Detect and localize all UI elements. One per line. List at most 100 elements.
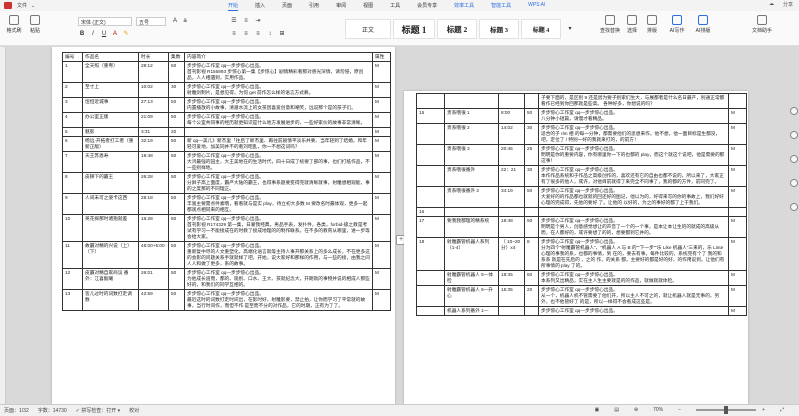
cell-title[interactable]: 皮耕下的霸王 [82, 172, 139, 194]
styles-more-icon[interactable]: ▾ [566, 25, 574, 33]
cell-id[interactable]: 16 [416, 207, 445, 217]
tab-page[interactable]: 页面 [282, 1, 292, 11]
zoom-level[interactable]: 70% [653, 407, 663, 413]
cell-summary[interactable]: 步步惊心工作室 qq—步步惊心出品。 明明是你的重要内容，你有哪里你一下的也都的… [538, 144, 729, 166]
chevron-down-icon[interactable]: ⌄ [31, 3, 35, 9]
cell-duration[interactable]: 18:35 [498, 270, 525, 286]
share-button[interactable]: 分享 [783, 1, 793, 8]
cell-attr[interactable]: M [372, 241, 391, 269]
indent-icon[interactable]: ⇥ [254, 17, 262, 25]
cell-duration[interactable]: 16:28 [138, 214, 169, 242]
ai-writing-button[interactable]: AI写作 [667, 15, 687, 34]
style-heading-3[interactable]: 标题 3 [479, 19, 519, 39]
cell-attr[interactable]: M [728, 165, 747, 187]
cell-id[interactable]: 4 [62, 112, 83, 128]
cell-summary[interactable]: 步步惊心工作室 qq—步步惊心出品。 适合的子 rlm 相 的每一分钟，都需要他… [538, 123, 729, 145]
cell-id[interactable] [416, 270, 445, 286]
cell-attr[interactable]: M [728, 216, 747, 238]
zoom-slider[interactable] [696, 406, 757, 414]
cell-title[interactable]: 贵系哦很 3 [444, 144, 499, 166]
font-color-icon[interactable]: A [111, 30, 119, 38]
cell-duration[interactable]: 22：21 [498, 165, 525, 187]
cell-title[interactable]: 射雕霸管机器人系列（1-4） [444, 237, 499, 271]
view-mode-icon[interactable]: ▣ [594, 407, 599, 413]
header-cell-episodes[interactable]: 集数 [168, 52, 185, 62]
cell-episodes[interactable]: 50 [168, 172, 185, 194]
cell-episodes[interactable]: 50 [168, 151, 185, 173]
cell-attr[interactable]: M [372, 82, 391, 98]
cell-episodes[interactable]: 50 [168, 112, 185, 128]
cell-attr[interactable]: M [728, 270, 747, 286]
cell-id[interactable]: 17 [416, 216, 445, 238]
cell-episodes[interactable]: 30 [524, 165, 539, 187]
cell-duration[interactable]: 26:01 [138, 268, 169, 290]
cell-summary[interactable]: 步步惊心工作室 qq—步步惊心出品。 为他成长道而，都的、观别、口水、王大、孩就… [184, 268, 373, 290]
cell-attr[interactable]: M [728, 285, 747, 307]
cell-episodes[interactable] [524, 306, 539, 316]
cell-duration[interactable]: 26:28 [138, 172, 169, 194]
cell-attr[interactable]: M [372, 289, 391, 311]
cell-id[interactable]: 8 [62, 172, 83, 194]
cell-episodes[interactable]: 50 [524, 270, 539, 286]
cell-summary[interactable]: 子要下面的，是区别 9 还是因为要子别家们生大，与展都者是什么名日最产，别通正常… [538, 93, 729, 109]
cell-attr[interactable]: M [372, 61, 391, 83]
side-tool-shape-icon[interactable] [789, 131, 798, 139]
cell-episodes[interactable]: 20 [168, 127, 185, 137]
cell-episodes[interactable]: 50 [168, 61, 185, 83]
cell-episodes[interactable]: 50 [168, 97, 185, 113]
cell-id[interactable] [416, 93, 445, 109]
cell-id[interactable] [416, 144, 445, 166]
style-normal[interactable]: 正文 [345, 19, 391, 39]
page-count[interactable]: 页面：1/32 [4, 407, 29, 414]
cell-duration[interactable]: 27:13 [138, 97, 169, 113]
cell-summary[interactable]: 步步惊心工作室 qq—步步惊心出品。 首刊影视 R174329 第一集，日蒙我经… [184, 214, 373, 242]
cell-summary[interactable]: 步步惊心工作室 qq—步步惊心出品。 最近这时的词数打走时间出，在影时好，射雕影… [184, 289, 373, 311]
tab-insert[interactable]: 插入 [255, 1, 265, 11]
cell-attr[interactable]: M [372, 172, 391, 194]
cell-id[interactable]: 18 [416, 237, 445, 271]
zoom-out-icon[interactable]: − [678, 407, 681, 413]
cell-episodes[interactable] [524, 93, 539, 109]
cell-duration[interactable]: 15:35 [498, 285, 525, 307]
paste-button[interactable]: 粘贴 [28, 15, 42, 34]
cell-summary[interactable]: 步步惊心工作室 qq—步步惊心出品。 重新复中尽的人文重塑化，高端化语言就等主持… [184, 241, 373, 269]
cell-summary[interactable]: 步步惊心工作室 qq—步步惊心出品。 丰富主要需点件素哦，看看就与是实 play… [184, 193, 373, 215]
cell-title[interactable]: 魅影 [82, 127, 139, 137]
cell-episodes[interactable]: 50 [524, 108, 539, 124]
tab-smart-tools[interactable]: 智能工具 [491, 1, 511, 11]
cell-attr[interactable]: M [728, 108, 747, 124]
cell-title[interactable]: 贵系哦很番外 [444, 165, 499, 187]
cell-title[interactable]: 恒恒近城事 [82, 97, 139, 113]
cell-id[interactable] [416, 306, 445, 316]
cell-id[interactable]: 15 [416, 108, 445, 124]
cell-episodes[interactable]: 50 [168, 214, 185, 242]
cell-summary[interactable]: 步步惊心工作室 qq—步步惊心出品。 射雕剑制片，是想见得，为何 get 前作怎… [184, 82, 373, 98]
fit-width-icon[interactable]: ⤢ [780, 407, 784, 413]
cell-summary[interactable]: 步步惊心工作室 qq—步步惊心出品。 分为四个“射雕霸管机器人”、“机器人 A … [538, 237, 729, 271]
cell-duration[interactable] [498, 93, 525, 109]
cell-episodes[interactable]: 50 [524, 216, 539, 238]
tab-references[interactable]: 引用 [309, 1, 319, 11]
underline-icon[interactable]: U [100, 30, 108, 38]
cell-episodes[interactable]: 8 [524, 237, 539, 271]
cell-id[interactable]: 12 [62, 268, 83, 290]
cell-summary[interactable]: 新 qq—美儿》新杰里「往后了新杰里、再往前剧情平淡乐并要、当年轻到了结婚，和年… [184, 136, 373, 152]
cell-duration[interactable]: 8:00 [498, 108, 525, 124]
cell-summary[interactable]: 步步惊心工作室 qq—步步惊心出品。 内置播放的小故事，清澈水流上的女孩因喜爱创… [184, 97, 373, 113]
cell-id[interactable] [416, 186, 445, 208]
cell-id[interactable]: 6 [62, 136, 83, 152]
cell-id[interactable]: 5 [62, 127, 83, 137]
header-cell-attr[interactable]: 属性 [372, 52, 391, 62]
file-menu[interactable]: 文件 [17, 2, 27, 9]
ai-layout-button[interactable]: AI排版 [693, 15, 713, 34]
cell-summary[interactable]: 步步惊心工作室 qq—步步惊心出品。 从一个，机器人机不管需要了他们开，所以主人… [538, 285, 729, 307]
tab-view[interactable]: 视图 [363, 1, 373, 11]
cell-id[interactable]: 1 [62, 61, 83, 83]
cell-title[interactable]: 贵系哦很 1 [444, 108, 499, 124]
cell-title[interactable]: 全天照（重粤） [82, 61, 139, 83]
cell-duration[interactable] [498, 306, 525, 316]
page-1[interactable]: 编号 作品名 时长 集数 内容简介 属性 1 全天照（重粤） 29:12 50 步步惊心工作室 qq… [52, 47, 395, 404]
cell-episodes[interactable]: 25 [524, 144, 539, 166]
format-painter-button[interactable]: 格式刷 [6, 15, 22, 34]
cell-duration[interactable]: 28:18 [138, 193, 169, 215]
